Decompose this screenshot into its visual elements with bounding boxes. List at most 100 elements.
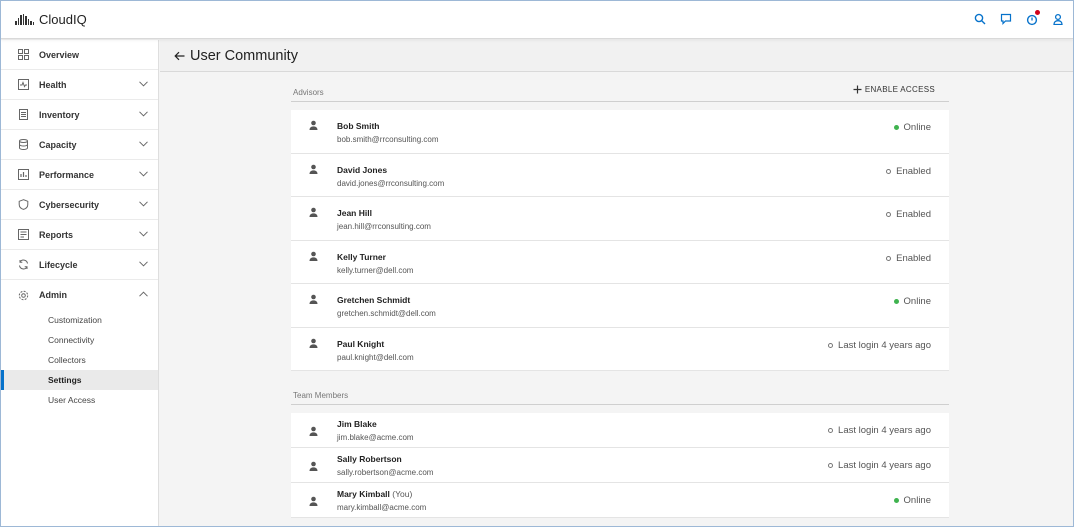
- status-circle-icon: [886, 168, 892, 174]
- sidebar-subitem-settings[interactable]: Settings: [1, 370, 158, 390]
- cloudiq-logo-icon: [15, 14, 34, 25]
- person-icon: [308, 251, 319, 262]
- sidebar-subitem-connectivity[interactable]: Connectivity: [1, 330, 158, 350]
- list-item[interactable]: Kelly Turner kelly.turner@dell.com Enabled: [291, 240, 949, 284]
- sidebar-item-inventory[interactable]: Inventory: [1, 100, 158, 130]
- sidebar-item-health[interactable]: Health: [1, 70, 158, 100]
- status-badge: Enabled: [886, 253, 931, 264]
- overview-icon: [18, 49, 29, 60]
- sidebar-item-overview[interactable]: Overview: [1, 40, 158, 70]
- enable-access-button[interactable]: ENABLE ACCESS: [853, 85, 935, 94]
- status-text: Enabled: [896, 165, 931, 177]
- status-text: Online: [903, 122, 931, 133]
- user-icon[interactable]: [1051, 12, 1065, 26]
- status-badge: Online: [893, 122, 931, 133]
- status-text: Last login 4 years ago: [838, 425, 931, 436]
- sidebar-item-label: Lifecycle: [39, 259, 78, 270]
- search-icon[interactable]: [973, 12, 987, 26]
- user-email: david.jones@rrconsulting.com: [337, 178, 445, 188]
- user-email: gretchen.schmidt@dell.com: [337, 309, 436, 318]
- sidebar-item-label: Reports: [39, 229, 74, 240]
- enable-access-label: ENABLE ACCESS: [864, 85, 935, 94]
- app-logo[interactable]: CloudIQ: [15, 12, 87, 27]
- list-item[interactable]: Sally Robertson sally.robertson@acme.com L…: [291, 448, 949, 483]
- sidebar-item-lifecycle[interactable]: Lifecycle: [1, 250, 158, 280]
- person-icon: [308, 164, 319, 175]
- list-item[interactable]: Paul Knight paul.knight@dell.com Last logi…: [291, 327, 949, 371]
- online-dot-icon: [893, 125, 899, 130]
- sidebar-item-admin[interactable]: Admin: [1, 280, 158, 310]
- person-icon: [308, 426, 319, 437]
- list-item[interactable]: Bob Smith bob.smith@rrconsulting.com Onlin…: [291, 110, 949, 154]
- user-email: mary.kimball@acme.com: [337, 503, 427, 512]
- user-name: Gretchen Schmidt: [337, 295, 411, 305]
- notification-icon[interactable]: [1025, 10, 1040, 26]
- list-item[interactable]: David Jones david.jones@rrconsulting.com E…: [291, 153, 949, 197]
- user-name: David Jones: [337, 164, 388, 175]
- person-icon: [308, 496, 319, 507]
- status-badge: Last login 4 years ago: [828, 425, 931, 436]
- user-name: Mary Kimball (You): [337, 489, 413, 499]
- advisors-section-header: Advisors ENABLE ACCESS: [291, 81, 949, 102]
- sidebar-item-cybersecurity[interactable]: Cybersecurity: [1, 190, 158, 220]
- sidebar: Overview Health Inventory Capacity Perfo…: [1, 40, 159, 526]
- status-circle-icon: [828, 428, 834, 433]
- status-circle-icon: [886, 255, 892, 261]
- user-name: Jean Hill: [337, 208, 372, 218]
- person-icon: [308, 207, 319, 218]
- status-badge: Enabled: [886, 166, 931, 177]
- sidebar-item-label: Overview: [39, 49, 80, 60]
- lifecycle-icon: [18, 259, 29, 270]
- user-name: Kelly Turner: [337, 251, 386, 262]
- chevron-down-icon: [139, 81, 148, 87]
- sidebar-item-reports[interactable]: Reports: [1, 220, 158, 250]
- chevron-down-icon: [139, 261, 148, 267]
- status-badge: Online: [893, 296, 931, 307]
- sidebar-item-capacity[interactable]: Capacity: [1, 130, 158, 160]
- section-title: Team Members: [293, 391, 349, 400]
- sidebar-subitem-collectors[interactable]: Collectors: [1, 350, 158, 370]
- sidebar-item-performance[interactable]: Performance: [1, 160, 158, 190]
- team-section-header: Team Members: [291, 384, 949, 405]
- user-email: sally.robertson@acme.com: [337, 468, 434, 477]
- page-header: User Community: [160, 40, 1073, 72]
- sidebar-item-label: Health: [39, 79, 67, 90]
- header-actions: [973, 10, 1065, 26]
- user-email: paul.knight@dell.com: [337, 352, 414, 362]
- sidebar-subitem-customization[interactable]: Customization: [1, 310, 158, 330]
- capacity-icon: [18, 139, 29, 150]
- list-item[interactable]: Gretchen Schmidt gretchen.schmidt@dell.co…: [291, 284, 949, 328]
- plus-icon: [853, 85, 862, 94]
- status-badge: Enabled: [886, 209, 931, 220]
- online-dot-icon: [893, 498, 899, 503]
- status-circle-icon: [828, 342, 834, 348]
- list-item[interactable]: Jean Hill jean.hill@rrconsulting.com Enabl…: [291, 197, 949, 241]
- shield-icon: [18, 199, 29, 210]
- user-community-content: Advisors ENABLE ACCESS Bob Smith bob.smit…: [291, 81, 949, 518]
- user-name: Bob Smith: [337, 121, 380, 131]
- person-icon: [308, 294, 319, 305]
- list-item[interactable]: Jim Blake jim.blake@acme.com Last login 4 …: [291, 413, 949, 448]
- sidebar-item-label: Inventory: [39, 109, 80, 120]
- person-icon: [308, 120, 319, 131]
- person-icon: [308, 461, 319, 472]
- sidebar-subitem-user-access[interactable]: User Access: [1, 390, 158, 410]
- chevron-down-icon: [139, 171, 148, 177]
- notification-badge: [1035, 10, 1040, 15]
- sidebar-item-label: Capacity: [39, 139, 77, 150]
- status-text: Last login 4 years ago: [838, 460, 931, 471]
- chat-icon[interactable]: [999, 12, 1013, 26]
- user-name: Jim Blake: [337, 419, 377, 429]
- sidebar-item-label: Cybersecurity: [39, 199, 100, 210]
- team-members-list: Jim Blake jim.blake@acme.com Last login 4 …: [291, 413, 949, 518]
- user-email: bob.smith@rrconsulting.com: [337, 135, 439, 144]
- online-dot-icon: [893, 299, 899, 304]
- app-name: CloudIQ: [39, 12, 87, 27]
- inventory-icon: [18, 109, 29, 120]
- chevron-down-icon: [139, 111, 148, 117]
- user-email: jean.hill@rrconsulting.com: [337, 222, 431, 231]
- list-item[interactable]: Mary Kimball (You) mary.kimball@acme.com O…: [291, 483, 949, 518]
- back-button[interactable]: User Community: [174, 48, 298, 64]
- status-text: Enabled: [896, 209, 931, 220]
- status-text: Enabled: [896, 252, 931, 264]
